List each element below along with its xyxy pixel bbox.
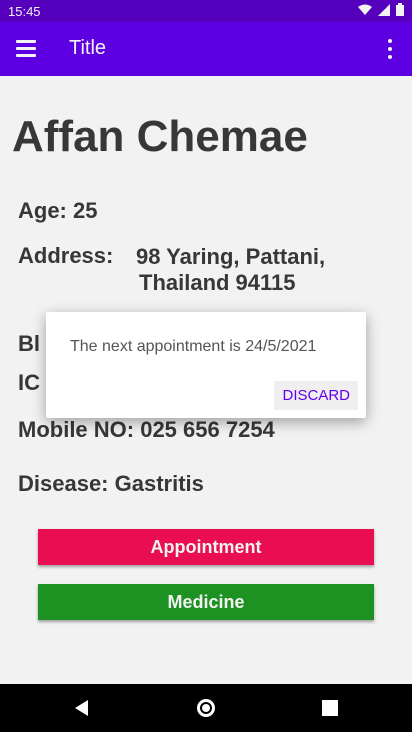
dialog-message: The next appointment is 24/5/2021 [70,338,317,355]
navigation-bar [0,684,412,732]
discard-button[interactable]: DISCARD [274,381,358,410]
home-icon[interactable] [197,699,215,717]
appointment-dialog: The next appointment is 24/5/2021 DISCAR… [46,312,366,418]
recent-apps-icon[interactable] [322,700,338,716]
back-icon[interactable] [75,700,88,716]
